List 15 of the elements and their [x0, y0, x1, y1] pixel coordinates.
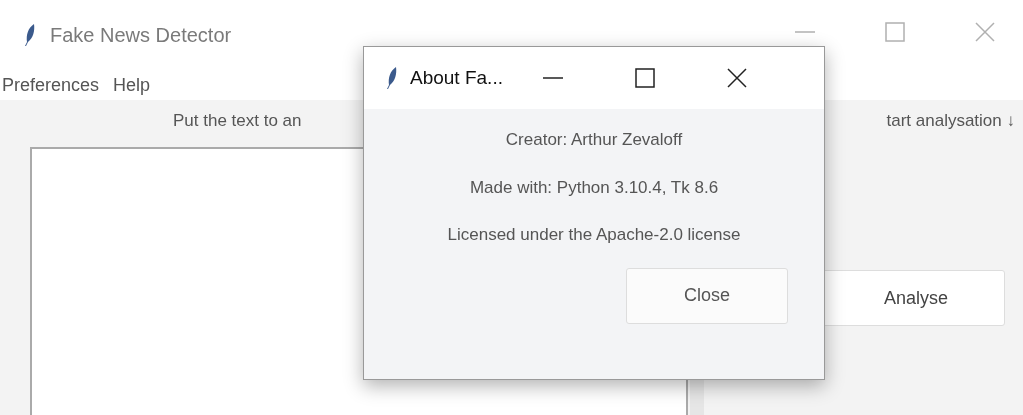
window-title: Fake News Detector [50, 23, 232, 48]
about-text: Made with: Python 3.10.4, Tk 8.6 [469, 176, 719, 199]
menu-item[interactable]: Help [113, 71, 151, 99]
maximize-icon[interactable] [634, 68, 655, 88]
dialog-title: About Fa... [410, 65, 503, 90]
close-button[interactable]: Close [626, 267, 788, 324]
feather-icon [24, 23, 36, 47]
feather-icon [386, 66, 398, 90]
close-icon[interactable] [726, 68, 747, 88]
minimize-icon[interactable] [542, 76, 563, 80]
action-label: tart analysation ↓ [886, 110, 1015, 132]
about-text: Creator: Arthur Zevaloff [505, 129, 683, 151]
menu-item[interactable]: Preferences [2, 71, 100, 99]
about-text: Licensed under the Apache-2.0 license [447, 224, 741, 246]
input-label: Put the text to an [173, 110, 303, 132]
